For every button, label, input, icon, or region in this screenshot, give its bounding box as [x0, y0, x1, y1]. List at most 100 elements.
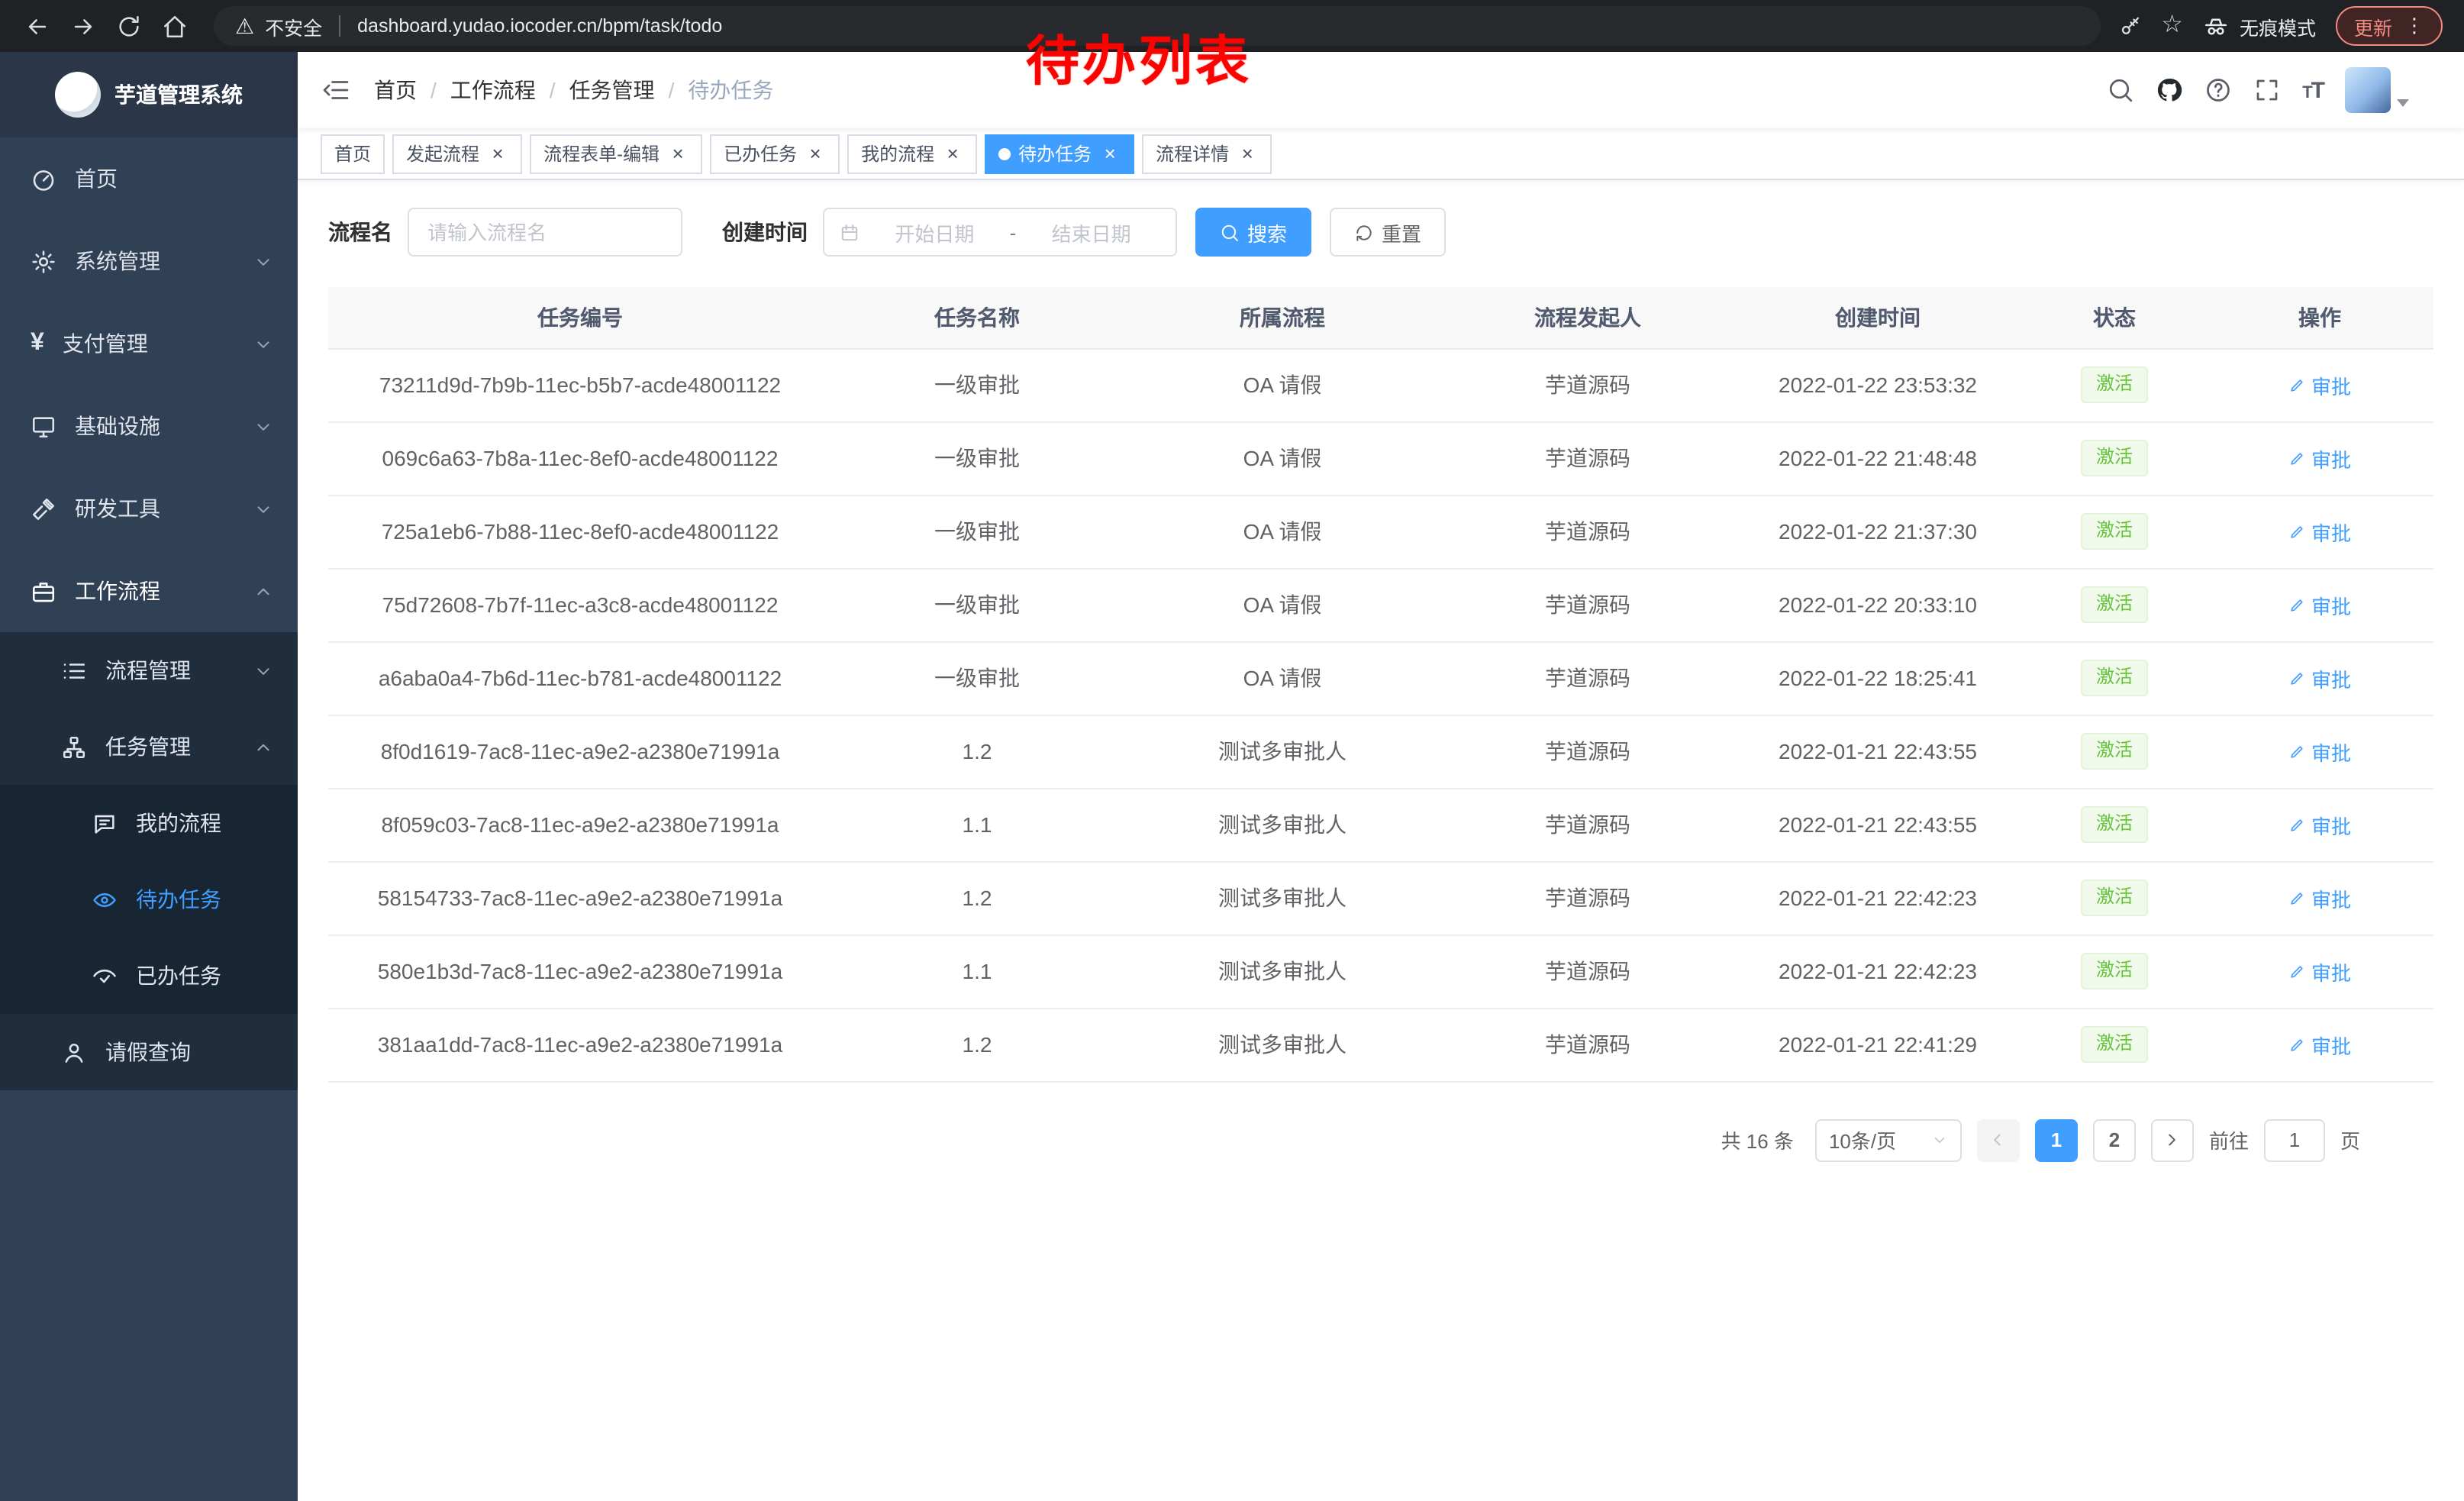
search-icon[interactable] [2107, 76, 2134, 104]
chevron-down-icon [253, 499, 273, 518]
approve-link[interactable]: 审批 [2288, 370, 2351, 399]
chevron-down-icon [253, 334, 273, 353]
col-status: 状态 [2023, 287, 2206, 348]
tags-view-bar: 首页 发起流程× 流程表单-编辑× 已办任务× 我的流程× 待办任务× 流程详情… [298, 128, 2464, 180]
prev-page-button[interactable] [1977, 1118, 2020, 1161]
page-size-select[interactable]: 10条/页 [1815, 1118, 1962, 1161]
approve-link[interactable]: 审批 [2288, 663, 2351, 692]
omnibox-divider [339, 15, 340, 37]
sidebar-item-task-management[interactable]: 任务管理 [0, 709, 298, 785]
sidebar-item-devtools[interactable]: 研发工具 [0, 467, 298, 550]
address-bar[interactable]: ⚠ 不安全 dashboard.yudao.iocoder.cn/bpm/tas… [214, 6, 2100, 46]
cell-action: 审批 [2206, 1008, 2433, 1081]
browser-reload-button[interactable] [107, 5, 150, 47]
cell-status: 激活 [2023, 421, 2206, 495]
cell-process: OA 请假 [1122, 568, 1443, 641]
breadcrumb-task-management[interactable]: 任务管理 [569, 75, 655, 105]
approve-link[interactable]: 审批 [2288, 1030, 2351, 1059]
breadcrumb-workflow[interactable]: 工作流程 [450, 75, 536, 105]
sidebar-item-payment[interactable]: ¥ 支付管理 [0, 302, 298, 385]
caret-down-icon [2397, 99, 2409, 107]
cell-task-name: 一级审批 [832, 348, 1122, 421]
sidebar-item-home[interactable]: 首页 [0, 137, 298, 220]
browser-menu-icon[interactable]: ⋮ [2404, 14, 2424, 38]
refresh-icon [1354, 222, 1374, 242]
approve-link[interactable]: 审批 [2288, 883, 2351, 912]
page-unit-label: 页 [2340, 1125, 2360, 1154]
close-icon[interactable]: × [1237, 143, 1258, 164]
navbar-actions: TT [2107, 67, 2440, 113]
table-row: 75d72608-7b7f-11ec-a3c8-acde48001122 一级审… [328, 568, 2433, 641]
help-icon[interactable] [2204, 76, 2232, 104]
reset-button[interactable]: 重置 [1330, 208, 1446, 257]
sidebar-item-workflow[interactable]: 工作流程 [0, 550, 298, 632]
sidebar-item-my-process[interactable]: 我的流程 [0, 785, 298, 861]
cell-action: 审批 [2206, 641, 2433, 715]
sidebar-toggle-icon[interactable] [322, 76, 350, 104]
sidebar-item-leave-query[interactable]: 请假查询 [0, 1014, 298, 1090]
sidebar-item-system[interactable]: 系统管理 [0, 220, 298, 302]
sidebar-item-infrastructure[interactable]: 基础设施 [0, 385, 298, 467]
table-row: 58154733-7ac8-11ec-a9e2-a2380e71991a 1.2… [328, 861, 2433, 934]
tab-todo-tasks[interactable]: 待办任务× [985, 134, 1134, 173]
approve-link[interactable]: 审批 [2288, 517, 2351, 546]
password-key-icon[interactable] [2118, 15, 2141, 37]
goto-page-input[interactable] [2264, 1118, 2325, 1161]
process-name-input[interactable] [408, 208, 682, 257]
github-icon[interactable] [2156, 76, 2183, 104]
tab-my-process[interactable]: 我的流程× [847, 134, 977, 173]
app-logo-row[interactable]: 芋道管理系统 [0, 52, 298, 137]
security-label: 不安全 [265, 11, 322, 40]
infrastructure-icon [31, 413, 56, 439]
approve-link[interactable]: 审批 [2288, 957, 2351, 986]
page-button-2[interactable]: 2 [2093, 1118, 2136, 1161]
tab-form-edit[interactable]: 流程表单-编辑× [530, 134, 702, 173]
font-size-icon[interactable]: TT [2302, 77, 2324, 103]
user-menu[interactable] [2345, 67, 2409, 113]
approve-link[interactable]: 审批 [2288, 737, 2351, 766]
close-icon[interactable]: × [487, 143, 508, 164]
approve-link[interactable]: 审批 [2288, 590, 2351, 619]
chevron-down-icon [253, 660, 273, 680]
sidebar-item-process-management[interactable]: 流程管理 [0, 632, 298, 709]
tools-icon [31, 495, 56, 521]
table-row: 381aa1dd-7ac8-11ec-a9e2-a2380e71991a 1.2… [328, 1008, 2433, 1081]
tab-home[interactable]: 首页 [321, 134, 385, 173]
close-icon[interactable]: × [667, 143, 689, 164]
cell-created: 2022-01-21 22:43:55 [1733, 788, 2023, 861]
tab-start-process[interactable]: 发起流程× [392, 134, 522, 173]
search-icon [1220, 222, 1240, 242]
cell-process: 测试多审批人 [1122, 788, 1443, 861]
browser-forward-button[interactable] [61, 5, 104, 47]
close-icon[interactable]: × [1099, 143, 1121, 164]
close-icon[interactable]: × [942, 143, 963, 164]
breadcrumb-home[interactable]: 首页 [374, 75, 417, 105]
date-range-picker[interactable]: 开始日期 - 结束日期 [823, 208, 1177, 257]
browser-update-button[interactable]: 更新 ⋮ [2336, 6, 2443, 46]
pencil-icon [2288, 889, 2305, 906]
table-row: 8f059c03-7ac8-11ec-a9e2-a2380e71991a 1.1… [328, 788, 2433, 861]
close-icon[interactable]: × [805, 143, 826, 164]
url-text: dashboard.yudao.iocoder.cn/bpm/task/todo [357, 15, 722, 37]
page-button-1[interactable]: 1 [2035, 1118, 2078, 1161]
create-time-label: 创建时间 [722, 217, 808, 247]
cell-initiator: 芋道源码 [1443, 788, 1733, 861]
cell-created: 2022-01-21 22:43:55 [1733, 715, 2023, 788]
incognito-badge: 无痕模式 [2203, 11, 2316, 40]
approve-link[interactable]: 审批 [2288, 810, 2351, 839]
sidebar-item-todo-tasks[interactable]: 待办任务 [0, 861, 298, 938]
cell-action: 审批 [2206, 495, 2433, 568]
browser-home-button[interactable] [153, 5, 195, 47]
sidebar-item-done-tasks[interactable]: 已办任务 [0, 938, 298, 1014]
tab-done-tasks[interactable]: 已办任务× [710, 134, 840, 173]
table-row: 8f0d1619-7ac8-11ec-a9e2-a2380e71991a 1.2… [328, 715, 2433, 788]
bookmark-star-icon[interactable]: ☆ [2161, 14, 2183, 38]
fullscreen-icon[interactable] [2253, 76, 2281, 104]
breadcrumb-separator: / [669, 78, 675, 102]
approve-link[interactable]: 审批 [2288, 444, 2351, 473]
next-page-button[interactable] [2151, 1118, 2194, 1161]
search-button[interactable]: 搜索 [1195, 208, 1311, 257]
browser-back-button[interactable] [15, 5, 58, 47]
tab-process-detail[interactable]: 流程详情× [1142, 134, 1272, 173]
status-badge: 激活 [2081, 366, 2148, 402]
